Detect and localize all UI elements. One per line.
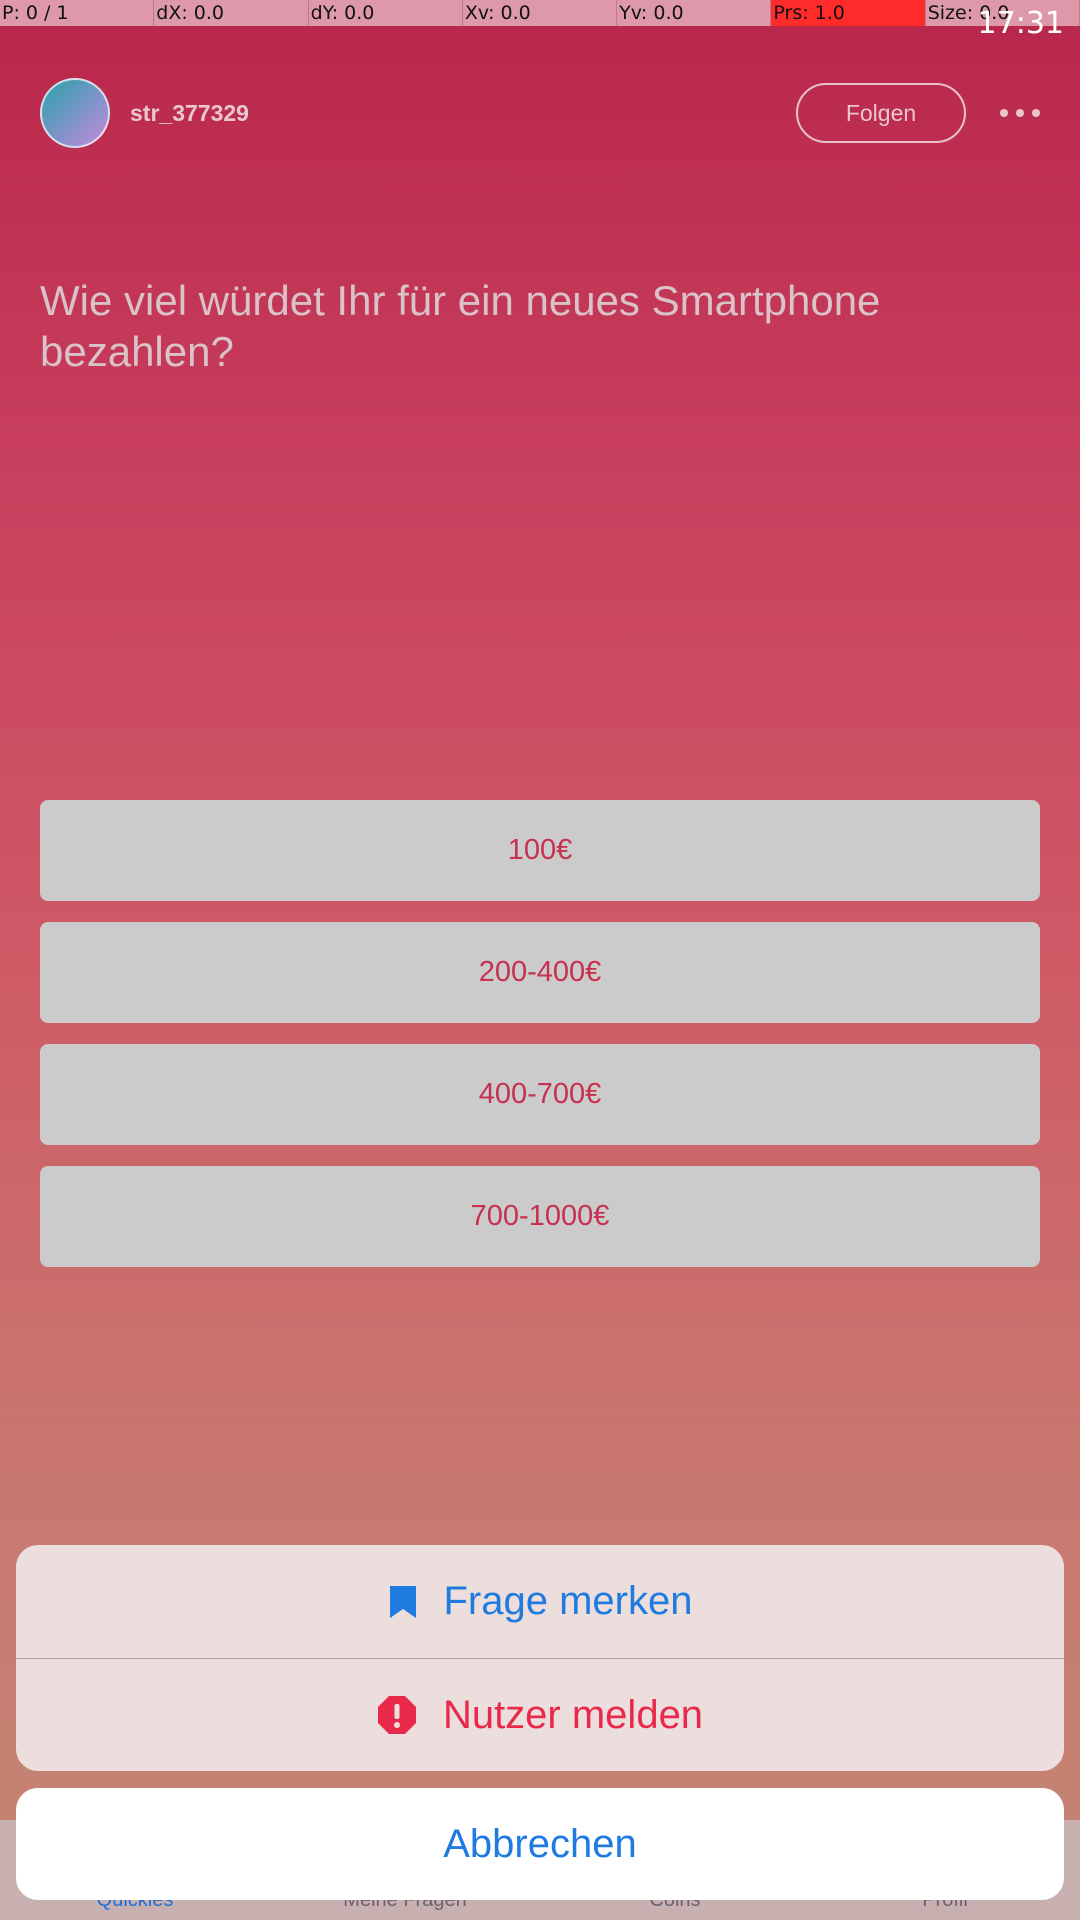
save-question-button[interactable]: Frage merken <box>16 1545 1064 1658</box>
quickie-screen: P: 0 / 1 dX: 0.0 dY: 0.0 Xv: 0.0 Yv: 0.0… <box>0 0 1080 1920</box>
save-question-label: Frage merken <box>443 1579 693 1623</box>
pointer-debug-overlay: P: 0 / 1 dX: 0.0 dY: 0.0 Xv: 0.0 Yv: 0.0… <box>0 0 1080 26</box>
debug-yv: Yv: 0.0 <box>617 0 772 26</box>
debug-pressure: Prs: 1.0 <box>771 0 926 26</box>
alert-icon <box>377 1695 417 1735</box>
status-time: 17:31 <box>977 6 1064 41</box>
debug-dy: dY: 0.0 <box>308 0 463 26</box>
debug-pointer: P: 0 / 1 <box>0 0 155 26</box>
report-user-button[interactable]: Nutzer melden <box>16 1658 1064 1771</box>
bookmark-icon <box>388 1584 418 1620</box>
action-sheet: Frage merken Nutzer melden <box>16 1545 1064 1771</box>
debug-dx: dX: 0.0 <box>154 0 309 26</box>
cancel-button[interactable]: Abbrechen <box>16 1788 1064 1900</box>
report-user-label: Nutzer melden <box>442 1692 704 1737</box>
debug-xv: Xv: 0.0 <box>462 0 618 26</box>
